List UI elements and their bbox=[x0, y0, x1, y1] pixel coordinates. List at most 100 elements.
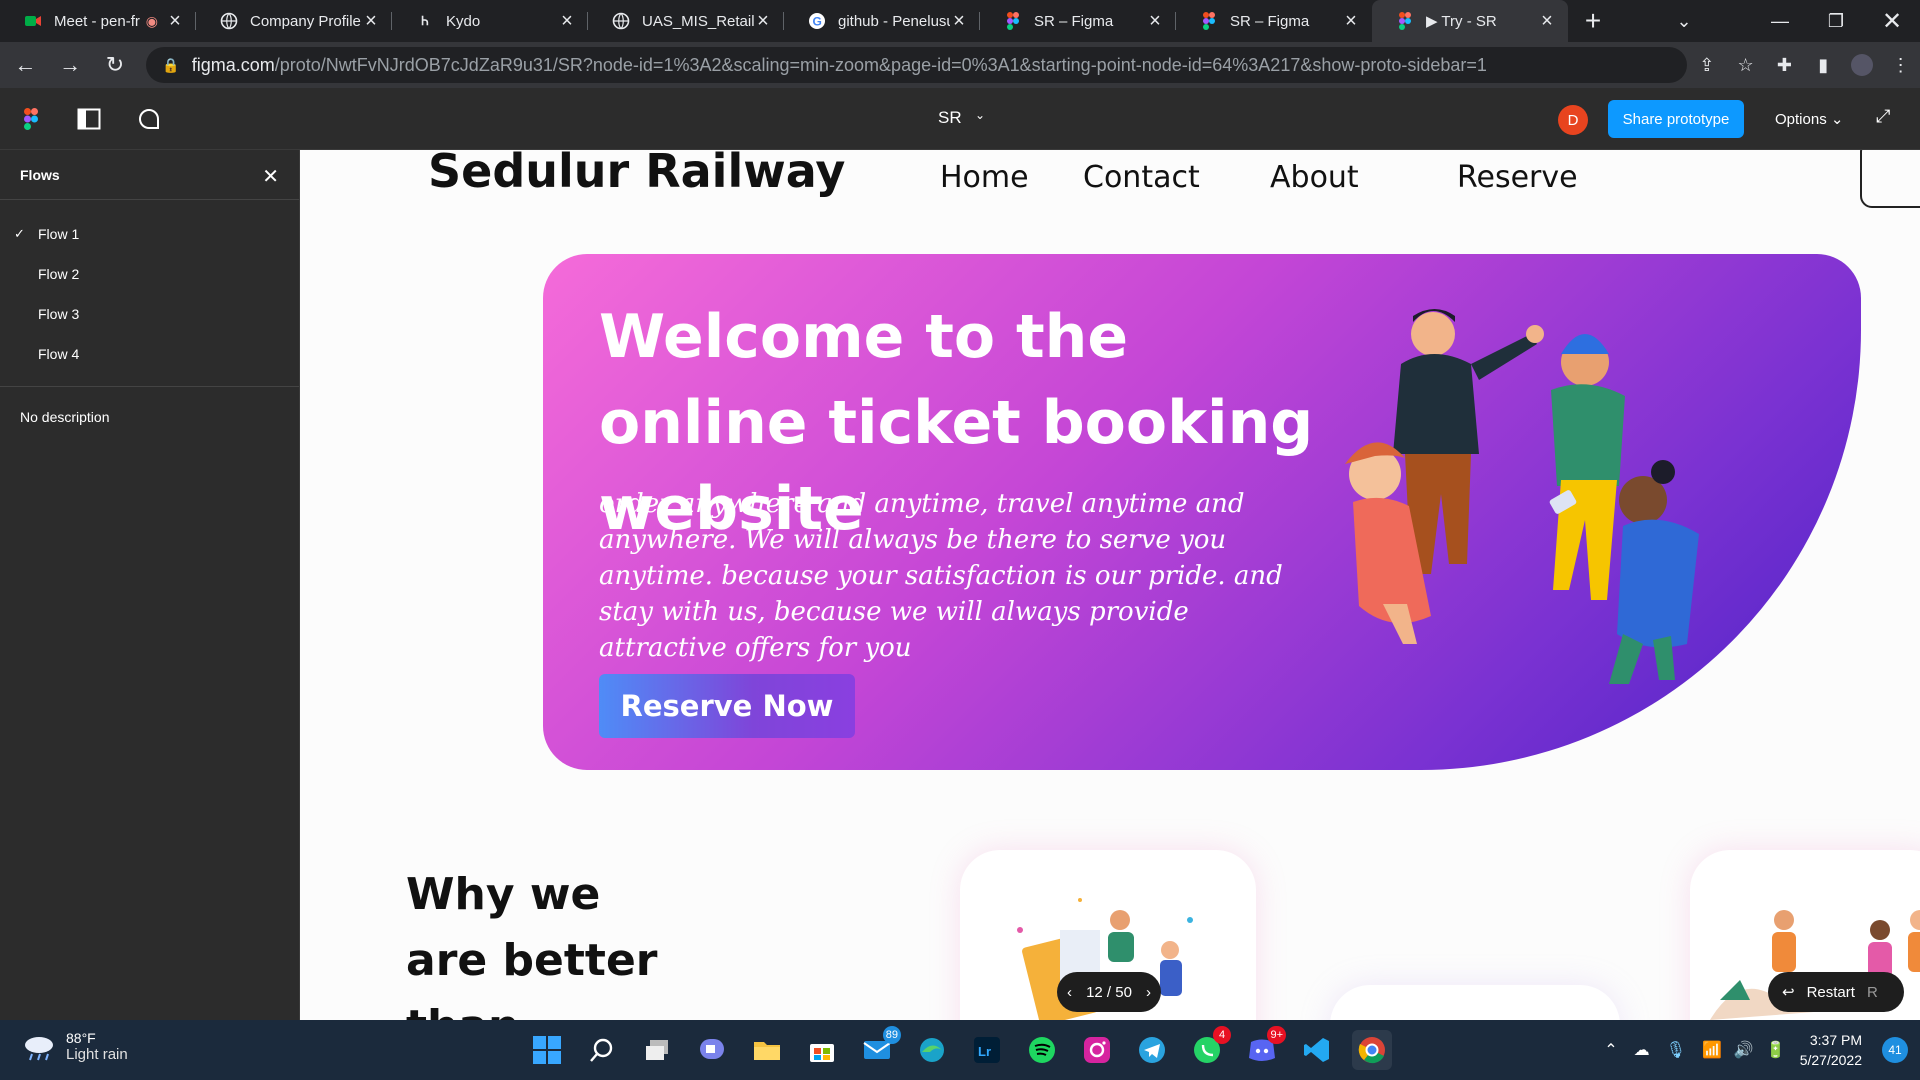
whatsapp-icon[interactable]: 4 bbox=[1187, 1026, 1231, 1070]
tab-title: Meet - pen-fr bbox=[54, 12, 140, 30]
browser-tab-active[interactable]: ▶ Try - SR × bbox=[1372, 0, 1568, 42]
close-tab-icon[interactable]: × bbox=[362, 10, 380, 33]
browser-tab[interactable]: SR – Figma × bbox=[980, 0, 1176, 42]
bookmark-star-icon[interactable]: ☆ bbox=[1726, 45, 1765, 85]
chevron-up-icon[interactable]: ⌃ bbox=[1604, 1040, 1617, 1060]
toggle-sidebar-icon[interactable] bbox=[74, 104, 104, 134]
flow-label: Flow 3 bbox=[38, 306, 80, 322]
svg-text:Lr: Lr bbox=[978, 1044, 991, 1059]
close-tab-icon[interactable]: × bbox=[950, 10, 968, 33]
close-tab-icon[interactable]: × bbox=[1146, 10, 1164, 33]
browser-tab[interactable]: UAS_MIS_Retail-M × bbox=[588, 0, 784, 42]
share-prototype-button[interactable]: Share prototype bbox=[1608, 100, 1744, 138]
edge-icon[interactable] bbox=[912, 1030, 952, 1070]
battery-icon[interactable]: 🔋 bbox=[1766, 1040, 1786, 1060]
profile-avatar-icon[interactable] bbox=[1843, 45, 1882, 85]
globe-icon bbox=[612, 12, 630, 30]
flow-item-4[interactable]: Flow 4 bbox=[0, 334, 299, 374]
site-brand[interactable]: Sedulur Railway bbox=[428, 150, 845, 198]
tab-title: Company Profile bbox=[250, 12, 361, 30]
microsoft-store-icon[interactable] bbox=[802, 1030, 842, 1070]
next-frame-icon[interactable]: › bbox=[1146, 984, 1151, 1001]
close-tab-icon[interactable]: × bbox=[166, 10, 184, 33]
page-counter[interactable]: ‹ 12 / 50 › bbox=[1057, 972, 1161, 1012]
figma-logo-icon[interactable] bbox=[16, 104, 46, 134]
discord-icon[interactable]: 9+ bbox=[1242, 1026, 1286, 1070]
back-icon[interactable]: ← bbox=[6, 45, 45, 85]
browser-tab[interactable]: SR – Figma × bbox=[1176, 0, 1372, 42]
clock-date: 5/27/2022 bbox=[1799, 1052, 1862, 1068]
reserve-now-button[interactable]: Reserve Now bbox=[599, 674, 855, 738]
browser-tab-strip: Meet - pen-fr ◉ × Company Profile × Ꮒ Ky… bbox=[0, 0, 1920, 42]
windows-taskbar: 88°F Light rain 89 Lr 4 9+ ⌃ ☁ 🎙 📶 🔊 🔋 3… bbox=[0, 1020, 1920, 1080]
options-menu[interactable]: Options ⌄ bbox=[1775, 110, 1843, 128]
flow-description: No description bbox=[20, 409, 110, 425]
flow-item-2[interactable]: Flow 2 bbox=[0, 254, 299, 294]
flows-sidebar: Flows ✕ ✓ Flow 1 Flow 2 Flow 3 Flow 4 No … bbox=[0, 150, 300, 1020]
task-view-icon[interactable] bbox=[637, 1030, 677, 1070]
close-tab-icon[interactable]: × bbox=[1538, 10, 1556, 33]
nav-contact[interactable]: Contact bbox=[1083, 160, 1200, 195]
file-explorer-icon[interactable] bbox=[747, 1030, 787, 1070]
instagram-icon[interactable] bbox=[1077, 1030, 1117, 1070]
restart-button[interactable]: ↩ Restart R bbox=[1768, 972, 1904, 1012]
volume-icon[interactable]: 🔊 bbox=[1734, 1040, 1754, 1060]
address-bar[interactable]: 🔒 figma.com/proto/NwtFvNJrdOB7cJdZaR9u31… bbox=[146, 47, 1688, 83]
vscode-icon[interactable] bbox=[1297, 1030, 1337, 1070]
nav-login-box[interactable] bbox=[1860, 150, 1920, 208]
close-icon[interactable]: ✕ bbox=[262, 164, 279, 189]
share-page-icon[interactable]: ⇪ bbox=[1687, 45, 1726, 85]
reload-icon[interactable]: ↻ bbox=[96, 45, 135, 85]
minimize-icon[interactable]: — bbox=[1752, 11, 1808, 32]
nav-home[interactable]: Home bbox=[940, 160, 1029, 195]
tab-title: Kydo bbox=[446, 12, 481, 30]
figma-icon bbox=[1200, 12, 1218, 30]
chrome-icon[interactable] bbox=[1352, 1030, 1392, 1070]
avatar[interactable]: D bbox=[1558, 105, 1588, 135]
temperature: 88°F bbox=[66, 1030, 96, 1046]
browser-tab[interactable]: Meet - pen-fr ◉ × bbox=[0, 0, 196, 42]
telegram-icon[interactable] bbox=[1132, 1030, 1172, 1070]
expand-icon[interactable]: ⤢ bbox=[1876, 106, 1890, 127]
tab-title: github - Penelusu bbox=[838, 12, 950, 30]
tab-title: ▶ Try - SR bbox=[1426, 13, 1497, 30]
lightroom-icon[interactable]: Lr bbox=[967, 1030, 1007, 1070]
chevron-down-icon[interactable]: ⌄ bbox=[975, 108, 985, 122]
flow-item-3[interactable]: Flow 3 bbox=[0, 294, 299, 334]
microphone-icon[interactable]: 🎙 bbox=[1666, 1040, 1686, 1060]
wifi-icon[interactable]: 📶 bbox=[1702, 1040, 1722, 1060]
browser-tab[interactable]: Company Profile × bbox=[196, 0, 392, 42]
search-icon[interactable] bbox=[582, 1030, 622, 1070]
file-name[interactable]: SR bbox=[938, 108, 962, 128]
new-tab-button[interactable]: + bbox=[1568, 0, 1618, 42]
start-icon[interactable] bbox=[527, 1030, 567, 1070]
flow-item-1[interactable]: ✓ Flow 1 bbox=[0, 214, 299, 254]
side-panel-icon[interactable]: ▮ bbox=[1804, 45, 1843, 85]
lock-icon[interactable]: 🔒 bbox=[162, 57, 179, 74]
browser-menu-icon[interactable]: ⋮ bbox=[1881, 45, 1920, 85]
spotify-icon[interactable] bbox=[1022, 1030, 1062, 1070]
section-title: Why we are better than others bbox=[406, 869, 658, 1020]
tab-search-icon[interactable]: ⌄ bbox=[1656, 11, 1712, 32]
close-tab-icon[interactable]: × bbox=[1342, 10, 1360, 33]
nav-reserve[interactable]: Reserve bbox=[1457, 160, 1578, 195]
teams-chat-icon[interactable] bbox=[692, 1030, 732, 1070]
onedrive-cloud-icon[interactable]: ☁ bbox=[1634, 1040, 1650, 1060]
previous-frame-icon[interactable]: ‹ bbox=[1067, 984, 1072, 1001]
mail-icon[interactable]: 89 bbox=[857, 1026, 901, 1070]
restore-icon[interactable]: ❐ bbox=[1808, 11, 1864, 32]
nav-about[interactable]: About bbox=[1270, 160, 1359, 195]
clock[interactable]: 3:37 PM 5/27/2022 bbox=[1800, 1030, 1862, 1070]
close-window-icon[interactable]: ✕ bbox=[1864, 7, 1920, 36]
notification-count[interactable]: 41 bbox=[1882, 1037, 1908, 1063]
browser-tab[interactable]: G github - Penelusu × bbox=[784, 0, 980, 42]
feature-card[interactable] bbox=[1330, 985, 1620, 1020]
comment-icon[interactable] bbox=[134, 104, 164, 134]
close-tab-icon[interactable]: × bbox=[558, 10, 576, 33]
forward-icon[interactable]: → bbox=[51, 45, 90, 85]
browser-tab[interactable]: Ꮒ Kydo × bbox=[392, 0, 588, 42]
close-tab-icon[interactable]: × bbox=[754, 10, 772, 33]
weather-widget[interactable]: 88°F Light rain bbox=[22, 1030, 128, 1063]
prototype-canvas[interactable]: Sedulur Railway Home Contact About Reser… bbox=[300, 150, 1920, 1020]
extensions-icon[interactable]: ✚ bbox=[1765, 45, 1804, 85]
